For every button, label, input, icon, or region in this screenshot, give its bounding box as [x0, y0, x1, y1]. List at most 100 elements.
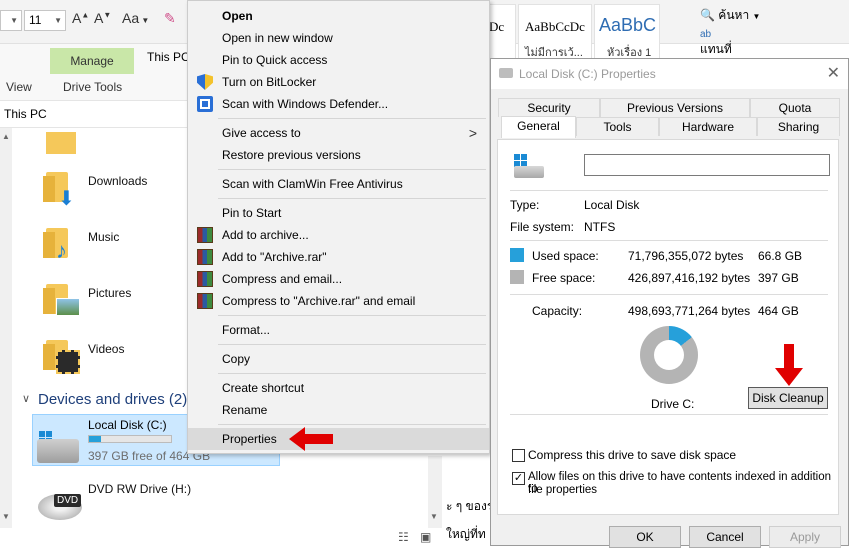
font-size-box[interactable]: 11 ▼: [24, 10, 66, 31]
menu-item-pin-start[interactable]: Pin to Start: [188, 202, 489, 224]
menu-item-defender[interactable]: Scan with Windows Defender...: [188, 93, 489, 115]
disk-cleanup-button[interactable]: Disk Cleanup: [748, 387, 828, 409]
style-tile-partial[interactable]: Dc: [488, 4, 516, 60]
menu-item-add-archive[interactable]: Add to archive...: [188, 224, 489, 246]
menu-separator: [218, 373, 486, 374]
menu-item-bitlocker[interactable]: Turn on BitLocker: [188, 71, 489, 93]
divider: [510, 294, 828, 295]
volume-label-input[interactable]: [584, 154, 830, 176]
folder-label-videos[interactable]: Videos: [88, 342, 124, 356]
ok-button[interactable]: OK: [609, 526, 681, 548]
menu-item-give-access[interactable]: Give access to >: [188, 122, 489, 144]
tab-drive-tools[interactable]: Drive Tools: [63, 80, 122, 94]
tab-quota[interactable]: Quota: [750, 98, 840, 117]
folder-label-pictures[interactable]: Pictures: [88, 286, 131, 300]
menu-item-open-new-window[interactable]: Open in new window: [188, 27, 489, 49]
style-sample-text: Dc: [489, 19, 505, 34]
disk-usage-pie: [640, 326, 698, 384]
menu-item-pin-quick-access[interactable]: Pin to Quick access: [188, 49, 489, 71]
chevron-down-icon[interactable]: ∨: [22, 392, 30, 405]
drive-item-h[interactable]: DVD RW Drive (H:): [88, 482, 191, 496]
folder-label-downloads[interactable]: Downloads: [88, 174, 147, 188]
compress-label: Compress this drive to save disk space: [528, 448, 737, 462]
capacity-size: 464 GB: [758, 304, 799, 318]
capacity-label: Capacity:: [532, 304, 583, 318]
drive-usage-bar: [88, 435, 172, 443]
find-button[interactable]: 🔍 ค้นหา ▼: [700, 6, 760, 25]
used-space-bytes: 71,796,355,072 bytes: [628, 249, 744, 263]
tab-security[interactable]: Security: [498, 98, 600, 117]
tab-hardware[interactable]: Hardware: [659, 117, 757, 136]
find-label: ค้นหา: [718, 8, 750, 22]
winrar-icon: [197, 249, 213, 265]
devices-section-header[interactable]: Devices and drives (2): [38, 391, 187, 408]
dvd-badge: DVD: [54, 494, 82, 507]
tab-manage[interactable]: Manage: [50, 48, 134, 74]
used-space-swatch: [510, 248, 524, 262]
menu-item-label: Add to "Archive.rar": [222, 250, 327, 264]
search-icon: 🔍: [700, 8, 715, 22]
winrar-icon: [197, 227, 213, 243]
scroll-down-icon[interactable]: ▼: [430, 512, 438, 521]
window-title: This PC: [147, 50, 190, 64]
apply-button[interactable]: Apply: [769, 526, 841, 548]
winrar-icon: [197, 271, 213, 287]
style-tile-normal[interactable]: AaBbCcDc ไม่มีการเว้...: [518, 4, 592, 60]
scroll-down-icon[interactable]: ▼: [2, 512, 10, 521]
menu-item-compress-email[interactable]: Compress and email...: [188, 268, 489, 290]
divider: [510, 240, 828, 241]
font-name-box[interactable]: ▼: [0, 10, 22, 31]
folder-label-music[interactable]: Music: [88, 230, 119, 244]
grow-font-icon[interactable]: A▲: [72, 10, 89, 26]
shrink-font-icon[interactable]: A▼: [94, 10, 111, 26]
scroll-up-icon[interactable]: ▲: [2, 132, 10, 141]
menu-item-format[interactable]: Format...: [188, 319, 489, 341]
address-bar[interactable]: This PC: [0, 100, 190, 128]
cancel-button[interactable]: Cancel: [689, 526, 761, 548]
menu-item-restore-versions[interactable]: Restore previous versions: [188, 144, 489, 166]
menu-item-properties[interactable]: Properties: [188, 428, 489, 450]
nav-scrollbar[interactable]: [0, 128, 12, 528]
replace-label: แทนที่: [700, 42, 732, 56]
menu-item-label: Turn on BitLocker: [222, 75, 317, 89]
details-view-icon[interactable]: ☷: [398, 530, 409, 544]
download-arrow-icon: ⬇: [58, 188, 75, 210]
annotation-arrow-down-icon: [775, 344, 803, 386]
clear-formatting-icon[interactable]: ✎: [164, 10, 176, 27]
tab-previous-versions[interactable]: Previous Versions: [600, 98, 750, 117]
menu-item-rename[interactable]: Rename: [188, 399, 489, 421]
tab-view[interactable]: View: [6, 80, 32, 94]
menu-separator: [218, 315, 486, 316]
index-label-cont: file properties: [528, 484, 598, 496]
menu-separator: [218, 198, 486, 199]
index-checkbox[interactable]: ✓: [512, 472, 525, 485]
replace-icon: ab: [700, 29, 712, 40]
menu-item-compress-rar-email[interactable]: Compress to "Archive.rar" and email: [188, 290, 489, 312]
menu-item-create-shortcut[interactable]: Create shortcut: [188, 377, 489, 399]
tab-tools[interactable]: Tools: [576, 117, 659, 136]
picture-icon: [56, 298, 80, 316]
menu-item-open[interactable]: Open: [188, 5, 489, 27]
film-icon: [56, 350, 80, 374]
file-system-label: File system:: [510, 220, 575, 234]
tab-sharing[interactable]: Sharing: [757, 117, 840, 136]
menu-item-clamwin[interactable]: Scan with ClamWin Free Antivirus: [188, 173, 489, 195]
style-tile-heading1[interactable]: AaBbC หัวเรื่อง 1: [594, 4, 660, 60]
file-system-value: NTFS: [584, 220, 616, 234]
close-icon[interactable]: ✕: [827, 59, 840, 89]
menu-item-label: Compress and email...: [222, 272, 343, 286]
menu-item-copy[interactable]: Copy: [188, 348, 489, 370]
menu-item-add-archive-rar[interactable]: Add to "Archive.rar": [188, 246, 489, 268]
music-note-icon: ♪: [56, 238, 67, 263]
change-case-button[interactable]: Aa ▼: [122, 10, 149, 26]
replace-button[interactable]: ab แทนที่: [700, 26, 732, 59]
menu-item-label: Give access to: [222, 126, 301, 140]
hard-drive-icon: [37, 439, 79, 463]
compress-checkbox[interactable]: [512, 449, 525, 462]
drive-title-icon: [499, 68, 513, 78]
large-icons-view-icon[interactable]: ▣: [420, 530, 431, 544]
free-space-label: Free space:: [532, 271, 596, 285]
dialog-title-bar[interactable]: Local Disk (C:) Properties: [491, 59, 848, 89]
hard-drive-icon: [514, 166, 544, 178]
tab-general[interactable]: General: [501, 116, 576, 138]
